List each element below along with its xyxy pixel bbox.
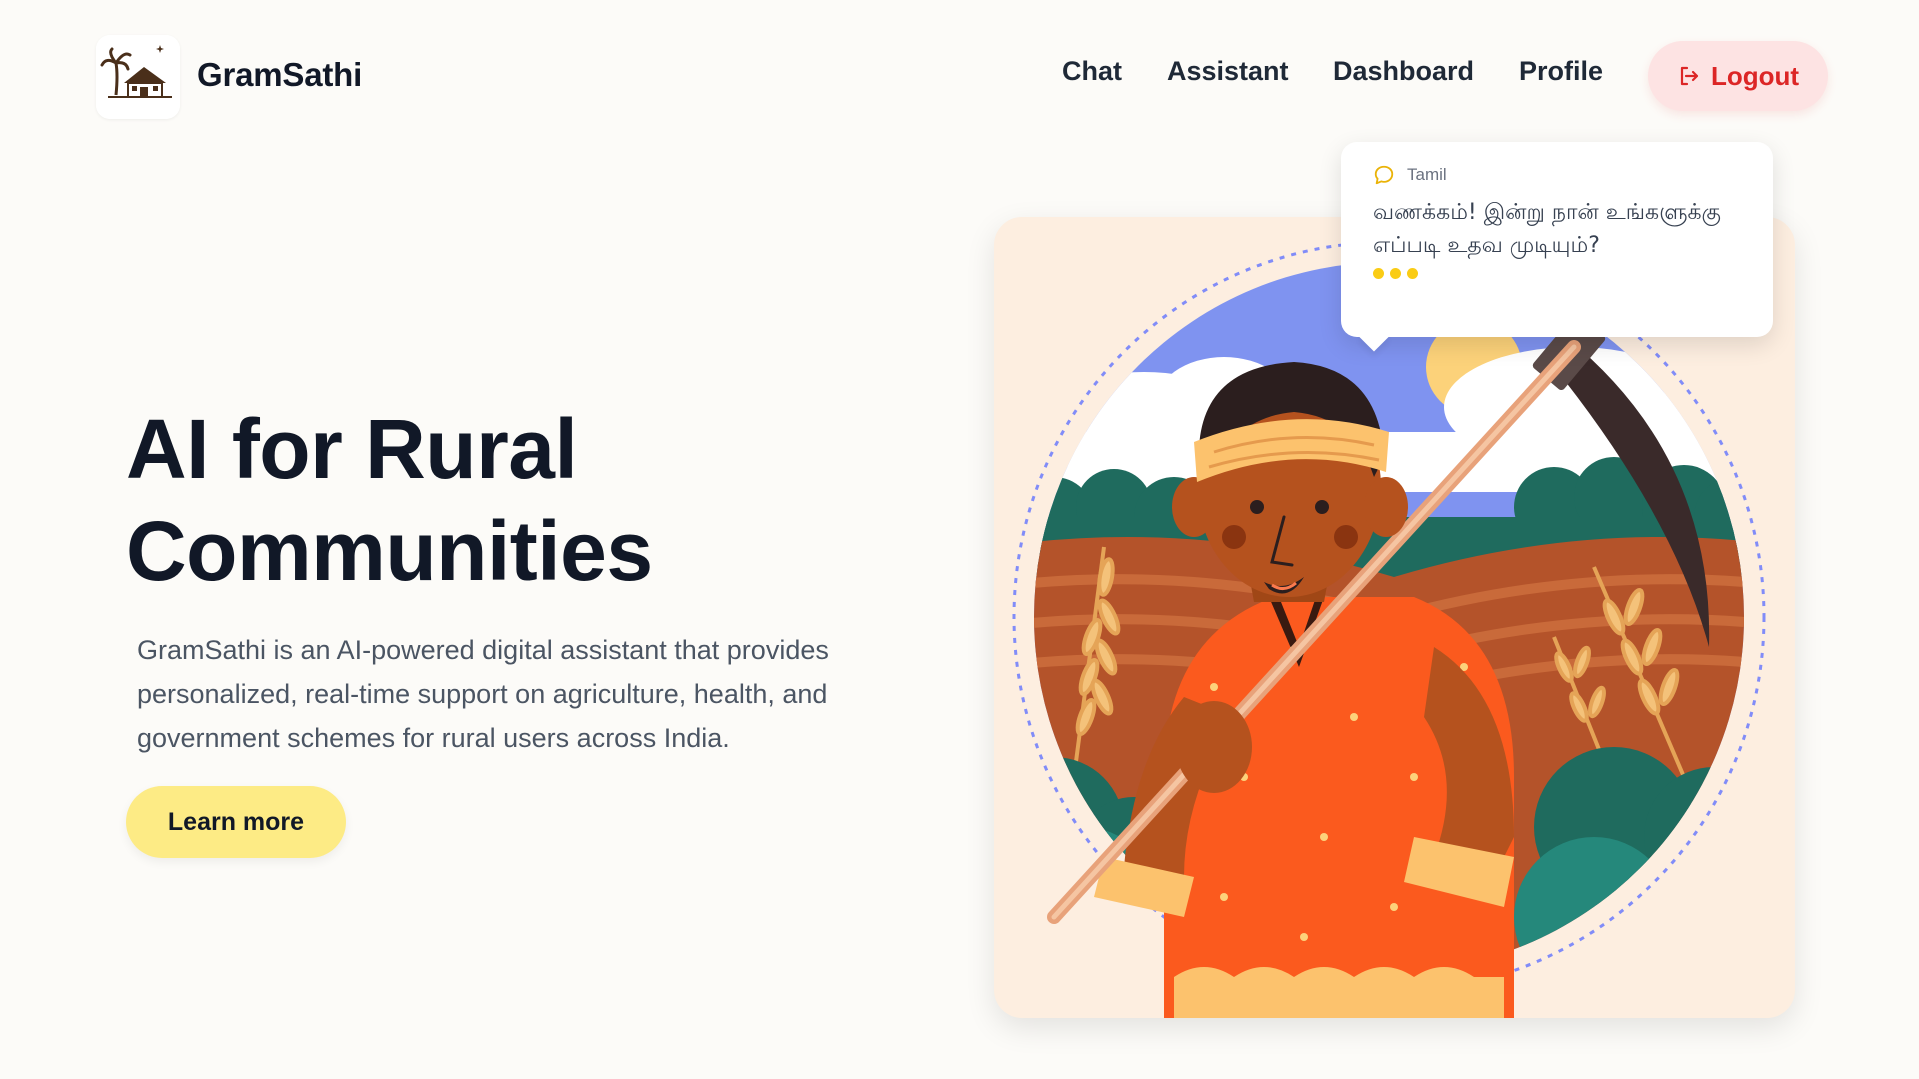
typing-dot <box>1390 268 1401 279</box>
farmer-illustration <box>1012 240 1766 1018</box>
brand-name[interactable]: GramSathi <box>197 56 362 94</box>
logout-button[interactable]: Logout <box>1648 41 1828 111</box>
typing-dot <box>1407 268 1418 279</box>
nav-profile[interactable]: Profile <box>1519 56 1603 87</box>
logout-label: Logout <box>1710 60 1800 91</box>
chat-bubble-icon <box>1374 165 1394 185</box>
chat-message: வணக்கம்! இன்று நான் உங்களுக்கு எப்படி உத… <box>1373 200 1721 258</box>
chat-bubble-header: Tamil <box>1373 164 1741 186</box>
village-hut-palm-icon <box>96 35 180 119</box>
logout-icon <box>1680 66 1699 86</box>
hero-description: GramSathi is an AI-powered digital assis… <box>137 635 829 753</box>
chat-language-label: Tamil <box>1407 165 1447 184</box>
brand-logo[interactable] <box>96 35 180 119</box>
nav-chat[interactable]: Chat <box>1062 56 1122 87</box>
chat-bubble: Tamil வணக்கம்! இன்று நான் உங்களுக்கு எப்… <box>1341 142 1773 352</box>
nav-dashboard[interactable]: Dashboard <box>1333 56 1474 87</box>
typing-dot <box>1373 268 1384 279</box>
hero-title-line1: AI for Rural <box>126 402 578 496</box>
learn-more-button[interactable]: Learn more <box>126 786 346 858</box>
typing-indicator <box>1373 268 1741 279</box>
hero-title-line2: Communities <box>126 504 653 598</box>
nav-assistant[interactable]: Assistant <box>1167 56 1289 87</box>
hero-illustration-card <box>994 217 1795 1018</box>
hero-title: AI for Rural Communities <box>126 398 886 602</box>
